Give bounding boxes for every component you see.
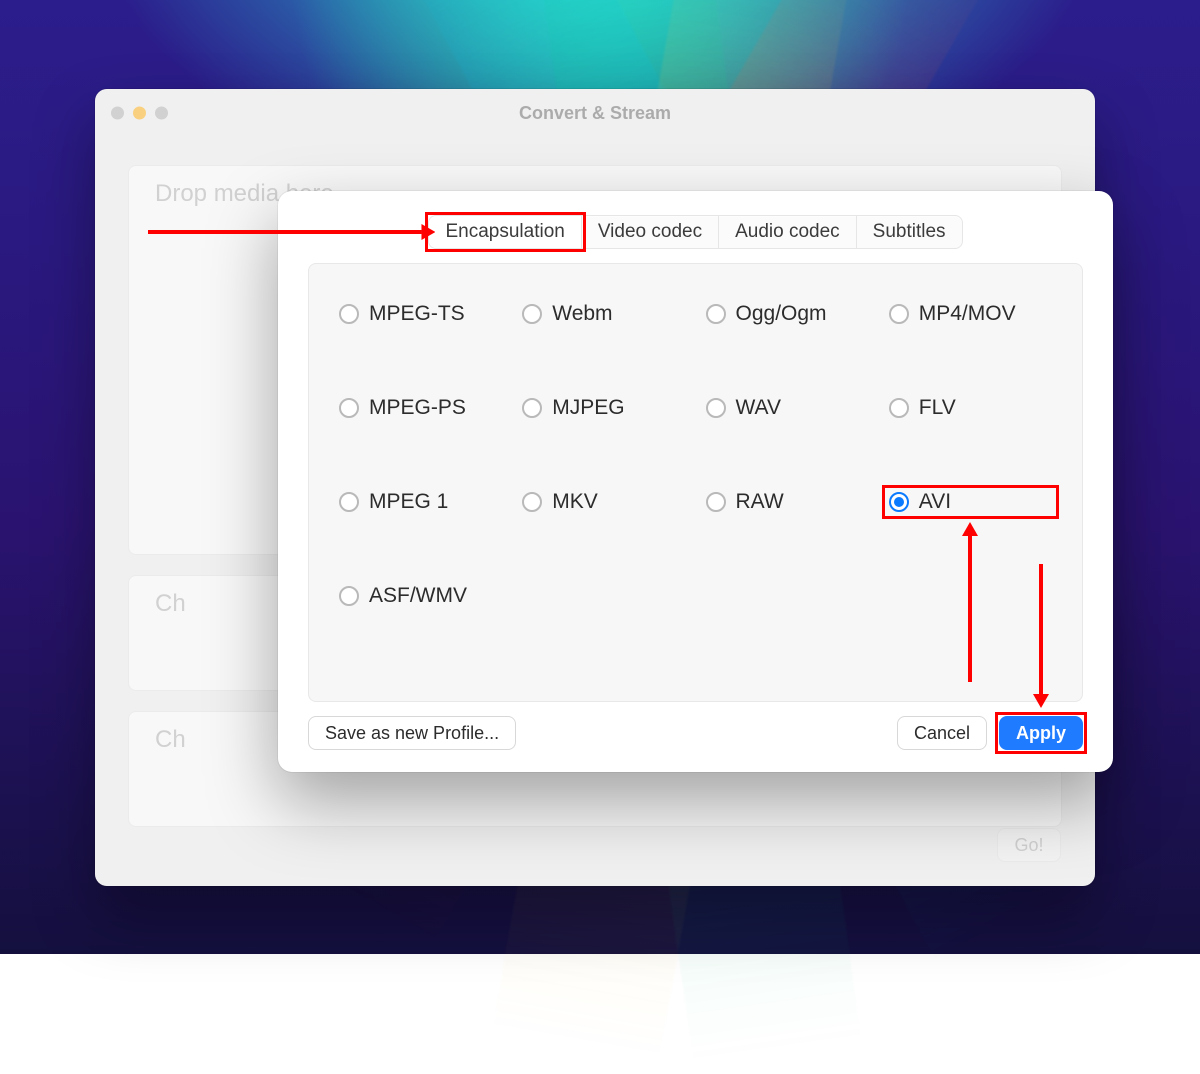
radio-icon: [889, 304, 909, 324]
radio-label: FLV: [919, 396, 956, 420]
encoding-tabs: EncapsulationVideo codecAudio codecSubti…: [428, 215, 962, 249]
radio-icon: [889, 492, 909, 512]
radio-label: MPEG-TS: [369, 302, 465, 326]
radio-wav[interactable]: WAV: [702, 394, 873, 422]
radio-mpeg-ps[interactable]: MPEG-PS: [335, 394, 506, 422]
tab-encapsulation[interactable]: Encapsulation: [429, 216, 581, 248]
radio-flv[interactable]: FLV: [885, 394, 1056, 422]
profile-editor-modal: EncapsulationVideo codecAudio codecSubti…: [278, 191, 1113, 772]
radio-icon: [339, 398, 359, 418]
radio-label: MP4/MOV: [919, 302, 1016, 326]
destination-label: Ch: [155, 726, 186, 754]
modal-footer: Save as new Profile... Cancel Apply: [308, 716, 1083, 750]
zoom-icon[interactable]: [155, 107, 168, 120]
radio-icon: [339, 586, 359, 606]
radio-label: ASF/WMV: [369, 584, 467, 608]
radio-label: AVI: [919, 490, 951, 514]
radio-avi[interactable]: AVI: [885, 488, 1056, 516]
window-controls: [111, 107, 168, 120]
radio-label: MKV: [552, 490, 598, 514]
radio-mpeg-1[interactable]: MPEG 1: [335, 488, 506, 516]
radio-icon: [889, 398, 909, 418]
radio-mpeg-ts[interactable]: MPEG-TS: [335, 300, 506, 328]
radio-webm[interactable]: Webm: [518, 300, 689, 328]
radio-label: RAW: [736, 490, 784, 514]
cancel-button[interactable]: Cancel: [897, 716, 987, 750]
radio-icon: [339, 304, 359, 324]
radio-icon: [522, 492, 542, 512]
radio-label: MPEG 1: [369, 490, 448, 514]
radio-ogg-ogm[interactable]: Ogg/Ogm: [702, 300, 873, 328]
radio-icon: [339, 492, 359, 512]
radio-icon: [522, 304, 542, 324]
radio-raw[interactable]: RAW: [702, 488, 873, 516]
radio-label: WAV: [736, 396, 782, 420]
radio-asf-wmv[interactable]: ASF/WMV: [335, 582, 506, 610]
radio-icon: [522, 398, 542, 418]
encapsulation-options: MPEG-TS Webm Ogg/Ogm MP4/MOV MPEG-PS MJPEG WAV…: [335, 300, 1056, 610]
radio-label: MJPEG: [552, 396, 624, 420]
radio-label: Webm: [552, 302, 612, 326]
go-button[interactable]: Go!: [997, 828, 1061, 862]
window-title: Convert & Stream: [519, 103, 671, 124]
radio-mjpeg[interactable]: MJPEG: [518, 394, 689, 422]
tab-audio-codec[interactable]: Audio codec: [719, 216, 857, 248]
tab-video-codec[interactable]: Video codec: [582, 216, 719, 248]
titlebar: Convert & Stream: [95, 89, 1095, 137]
radio-mkv[interactable]: MKV: [518, 488, 689, 516]
radio-icon: [706, 398, 726, 418]
radio-icon: [706, 492, 726, 512]
radio-icon: [706, 304, 726, 324]
radio-label: Ogg/Ogm: [736, 302, 827, 326]
tab-subtitles[interactable]: Subtitles: [857, 216, 962, 248]
profile-label: Ch: [155, 590, 186, 618]
radio-mp4-mov[interactable]: MP4/MOV: [885, 300, 1056, 328]
close-icon[interactable]: [111, 107, 124, 120]
radio-label: MPEG-PS: [369, 396, 466, 420]
minimize-icon[interactable]: [133, 107, 146, 120]
encapsulation-pane: MPEG-TS Webm Ogg/Ogm MP4/MOV MPEG-PS MJPEG WAV…: [308, 263, 1083, 702]
apply-button[interactable]: Apply: [999, 716, 1083, 750]
save-profile-button[interactable]: Save as new Profile...: [308, 716, 516, 750]
